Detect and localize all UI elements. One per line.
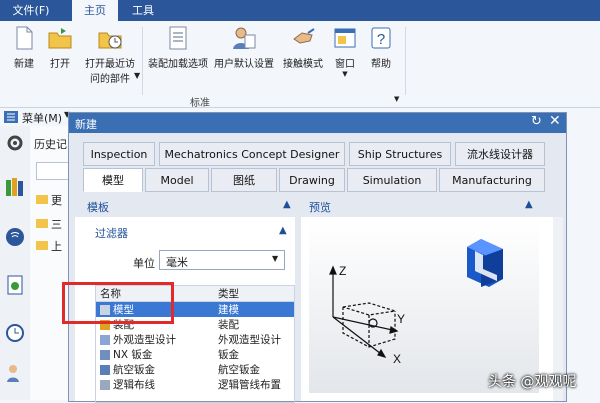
open-label: 打开: [50, 59, 70, 70]
menu-button[interactable]: 菜单(M): [22, 110, 62, 126]
folder-icon: [36, 195, 48, 204]
tab-mechatronics[interactable]: Mechatronics Concept Designer: [159, 142, 345, 166]
help-label: 帮助: [371, 59, 391, 70]
new-file-icon: [11, 25, 37, 51]
chevron-up-icon[interactable]: ▲: [283, 199, 291, 210]
shape-studio-icon: [100, 335, 110, 345]
user-defaults-button[interactable]: 用户默认设置: [212, 25, 276, 70]
group-expand-icon[interactable]: ▼: [394, 95, 399, 103]
books-icon[interactable]: [4, 176, 26, 198]
preview-header: 预览: [309, 201, 331, 214]
axis-z-label: Z: [339, 264, 346, 278]
group-label-standard: 标准: [190, 98, 210, 109]
unit-value: 毫米: [166, 256, 188, 269]
open-folder-icon: [47, 25, 73, 51]
unit-select[interactable]: 毫米 ▼: [159, 250, 285, 270]
chevron-down-icon: ▼: [272, 254, 279, 263]
tab-simulation[interactable]: Simulation: [347, 168, 437, 192]
gear-icon[interactable]: [4, 132, 26, 154]
history-label: 历史记: [34, 138, 67, 151]
axis-x-label: X: [393, 352, 401, 366]
tab-model-cn[interactable]: 模型: [83, 168, 143, 192]
dialog-title: 新建: [75, 118, 97, 131]
open-recent-label-line1: 打开最近访: [85, 59, 135, 70]
unit-label: 单位: [133, 257, 155, 270]
tab-tools[interactable]: 工具: [124, 0, 162, 21]
tab-ship-structures[interactable]: Ship Structures: [349, 142, 451, 166]
highlight-box: [62, 282, 174, 324]
user-defaults-label: 用户默认设置: [214, 59, 274, 70]
web-document-icon[interactable]: [4, 274, 26, 296]
ribbon-separator: [405, 27, 406, 95]
open-recent-button[interactable]: 打开最近访 问的部件: [82, 25, 138, 85]
filter-header: 过滤器: [95, 227, 128, 240]
person-tool-icon[interactable]: [4, 362, 26, 384]
resource-bar: [0, 126, 31, 400]
tab-drawing[interactable]: Drawing: [279, 168, 345, 192]
chevron-down-icon[interactable]: ▼: [134, 71, 140, 80]
ribbon-separator: [142, 27, 143, 95]
ribbon: 新建 打开 打开最近访 问的部件 ▼ 装配加载选项 用户默认设置 接触模式 窗口…: [0, 21, 600, 108]
coordinate-axes: [329, 265, 399, 358]
window-button[interactable]: 窗口 ▼: [330, 25, 360, 78]
wireless-icon[interactable]: [4, 226, 26, 248]
open-recent-label-line2: 问的部件: [90, 74, 130, 85]
tab-pipeline-designer[interactable]: 流水线设计器: [455, 142, 545, 166]
list-item[interactable]: 更: [36, 192, 62, 208]
window-label: 窗口: [335, 59, 355, 70]
assembly-load-options-label: 装配加载选项: [148, 59, 208, 70]
new-label: 新建: [14, 59, 34, 70]
axis-y-label: Y: [397, 312, 405, 326]
column-header-type[interactable]: 类型: [214, 286, 294, 302]
clock-icon[interactable]: [4, 322, 26, 344]
touch-mode-button[interactable]: 接触模式: [280, 25, 326, 70]
open-button[interactable]: 打开: [44, 25, 76, 70]
tab-file[interactable]: 文件(F): [0, 0, 62, 21]
folder-icon: [36, 241, 48, 250]
recent-folder-icon: [97, 25, 123, 51]
touch-mode-label: 接触模式: [283, 59, 323, 70]
user-settings-icon: [231, 25, 257, 51]
tab-drawing-cn[interactable]: 图纸: [211, 168, 277, 192]
folder-icon: [36, 219, 48, 228]
table-row[interactable]: 外观造型设计 外观造型设计: [96, 332, 294, 347]
tab-manufacturing[interactable]: Manufacturing: [439, 168, 545, 192]
watermark: 头条 @观观呢: [488, 374, 577, 390]
assembly-load-options-button[interactable]: 装配加载选项: [146, 25, 210, 70]
top-tab-bar: 文件(F) 主页 工具: [0, 0, 600, 21]
dialog-titlebar[interactable]: 新建 ↻ ✕: [69, 113, 566, 133]
close-icon[interactable]: ✕: [549, 113, 561, 129]
tab-home[interactable]: 主页: [72, 0, 118, 21]
tab-model[interactable]: Model: [145, 168, 209, 192]
model-cube-icon: [467, 239, 503, 287]
tab-inspection[interactable]: Inspection: [83, 142, 155, 166]
preview-drawing: Z Y X: [329, 239, 503, 366]
template-header: 模板: [87, 201, 109, 214]
preview-canvas: Z Y X: [309, 221, 539, 393]
aero-sheet-metal-icon: [100, 365, 110, 375]
help-icon: ?: [368, 25, 394, 51]
reset-icon[interactable]: ↻: [531, 114, 542, 129]
chevron-down-icon[interactable]: ▼: [330, 70, 360, 78]
menu-icon: [4, 111, 18, 123]
window-icon: [332, 25, 358, 51]
new-file-dialog: 新建 ↻ ✕ Inspection Mechatronics Concept D…: [68, 112, 567, 403]
new-button[interactable]: 新建: [8, 25, 40, 70]
svg-text:?: ?: [377, 31, 385, 48]
list-item[interactable]: 上: [36, 238, 62, 254]
list-item[interactable]: 三: [36, 216, 62, 232]
table-row[interactable]: 航空钣金 航空钣金: [96, 362, 294, 377]
sheet-metal-icon: [100, 350, 110, 360]
routing-icon: [100, 380, 110, 390]
help-button[interactable]: ? 帮助: [366, 25, 396, 70]
hand-pointer-icon: [290, 25, 316, 51]
table-row[interactable]: 逻辑布线 逻辑管线布置: [96, 377, 294, 392]
chevron-up-icon[interactable]: ▲: [525, 199, 533, 210]
assembly-list-icon: [165, 25, 191, 51]
table-row[interactable]: NX 钣金 钣金: [96, 347, 294, 362]
chevron-up-icon[interactable]: ▲: [279, 225, 287, 236]
